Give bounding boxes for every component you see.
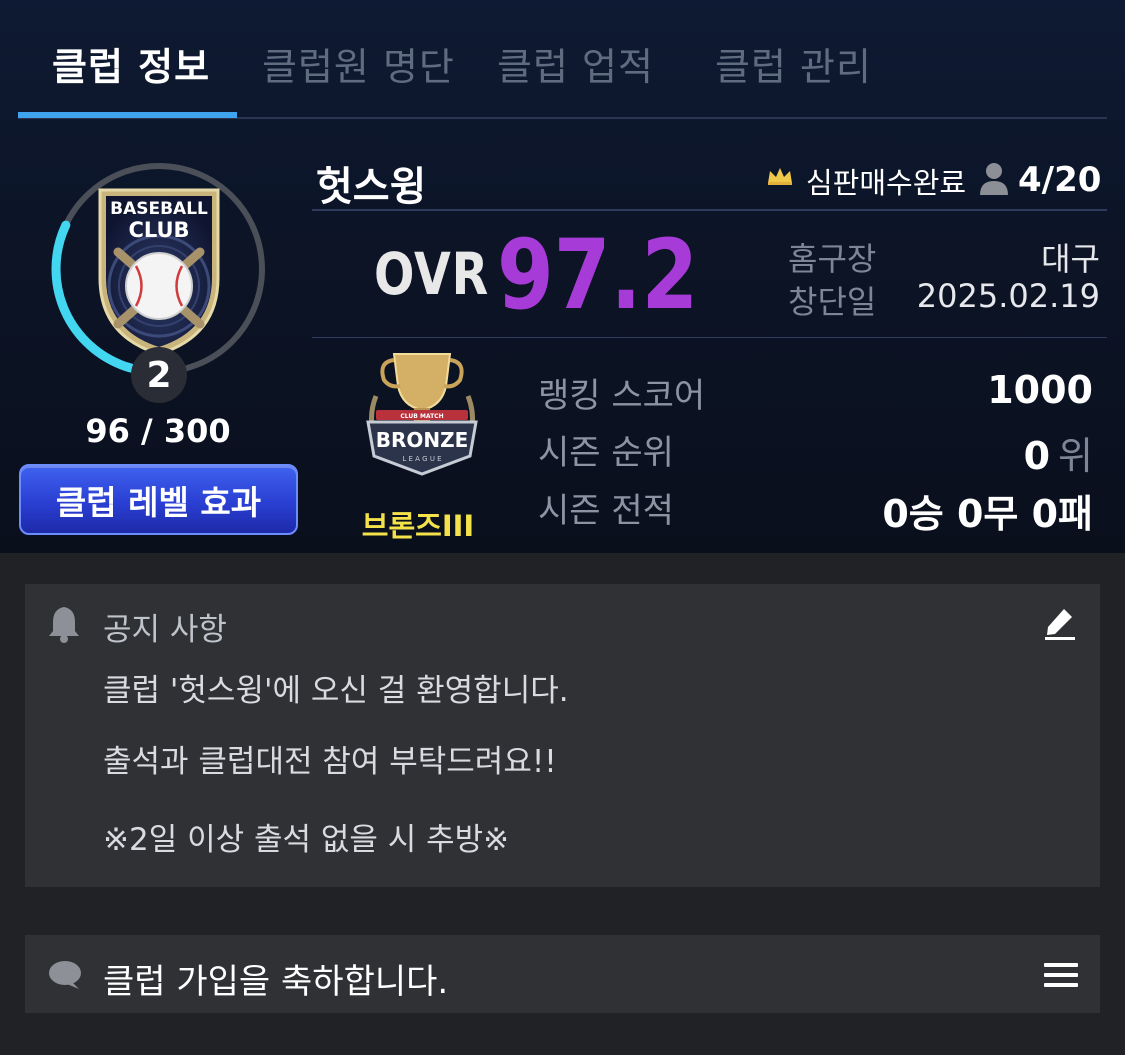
tier-name: 브론즈III (361, 509, 475, 543)
club-level-effect-button[interactable]: 클럽 레벨 효과 (19, 464, 298, 535)
active-tab-indicator (18, 112, 237, 118)
club-message-text: 클럽 가입을 축하합니다. (103, 962, 449, 1002)
season-rank: 0위 (1024, 425, 1093, 480)
tab-club-info[interactable]: 클럽 정보 (52, 36, 210, 91)
club-leader-name: 심판매수완료 (806, 166, 967, 200)
tab-club-management[interactable]: 클럽 관리 (715, 36, 872, 91)
ovr-divider (312, 337, 1107, 338)
notice-title: 공지 사항 (103, 612, 227, 648)
season-record-label: 시즌 전적 (538, 491, 674, 531)
ovr-value: 97.2 (497, 219, 699, 331)
crown-icon (768, 168, 792, 185)
ranking-score-label: 랭킹 스코어 (538, 376, 706, 416)
club-name: 헛스윙 (316, 164, 427, 210)
tab-member-list[interactable]: 클럽원 명단 (262, 36, 455, 91)
club-level-badge: 2 (131, 347, 187, 403)
svg-text:BRONZE: BRONZE (376, 428, 469, 452)
chat-bubble-icon (49, 961, 81, 989)
notice-line: ※2일 이상 출석 없을 시 추방※ (103, 822, 510, 858)
founded-date-label: 창단일 (788, 283, 877, 321)
member-count: 4/20 (1018, 160, 1102, 200)
menu-icon[interactable] (1044, 962, 1078, 988)
home-stadium-label: 홈구장 (788, 240, 877, 278)
svg-text:L E A G U E: L E A G U E (402, 455, 441, 463)
home-stadium-value: 대구 (1041, 240, 1100, 278)
ovr-label: OVR (374, 240, 490, 308)
season-rank-label: 시즌 순위 (538, 433, 674, 473)
svg-text:BASEBALL: BASEBALL (110, 199, 208, 219)
member-icon (980, 163, 1008, 195)
notice-line: 출석과 클럽대전 참여 부탁드려요!! (103, 744, 557, 780)
svg-text:CLUB: CLUB (128, 218, 189, 242)
season-rank-unit: 위 (1058, 434, 1093, 478)
ranking-score-value: 1000 (987, 368, 1093, 412)
founded-date-value: 2025.02.19 (916, 277, 1100, 315)
notice-line: 클럽 '헛스윙'에 오신 걸 환영합니다. (103, 673, 569, 709)
season-record-value: 0승 0무 0패 (882, 492, 1093, 536)
tab-bar: 클럽 정보 클럽원 명단 클럽 업적 클럽 관리 (0, 0, 1125, 119)
header-divider (312, 209, 1107, 211)
bell-icon (49, 607, 79, 643)
bronze-league-trophy-icon: CLUB MATCH BRONZE L E A G U E (366, 353, 478, 476)
club-info-panel: 클럽 정보 클럽원 명단 클럽 업적 클럽 관리 BASEBALL CLUB 2… (0, 0, 1125, 553)
tab-club-achievements[interactable]: 클럽 업적 (497, 36, 654, 91)
club-message-bar[interactable]: 클럽 가입을 축하합니다. (25, 935, 1100, 1013)
season-rank-value: 0 (1023, 434, 1051, 478)
svg-text:CLUB MATCH: CLUB MATCH (400, 413, 443, 420)
notice-panel: 공지 사항 클럽 '헛스윙'에 오신 걸 환영합니다. 출석과 클럽대전 참여 … (25, 584, 1100, 887)
edit-icon[interactable] (1044, 606, 1076, 640)
club-exp-text: 96 / 300 (85, 412, 231, 450)
